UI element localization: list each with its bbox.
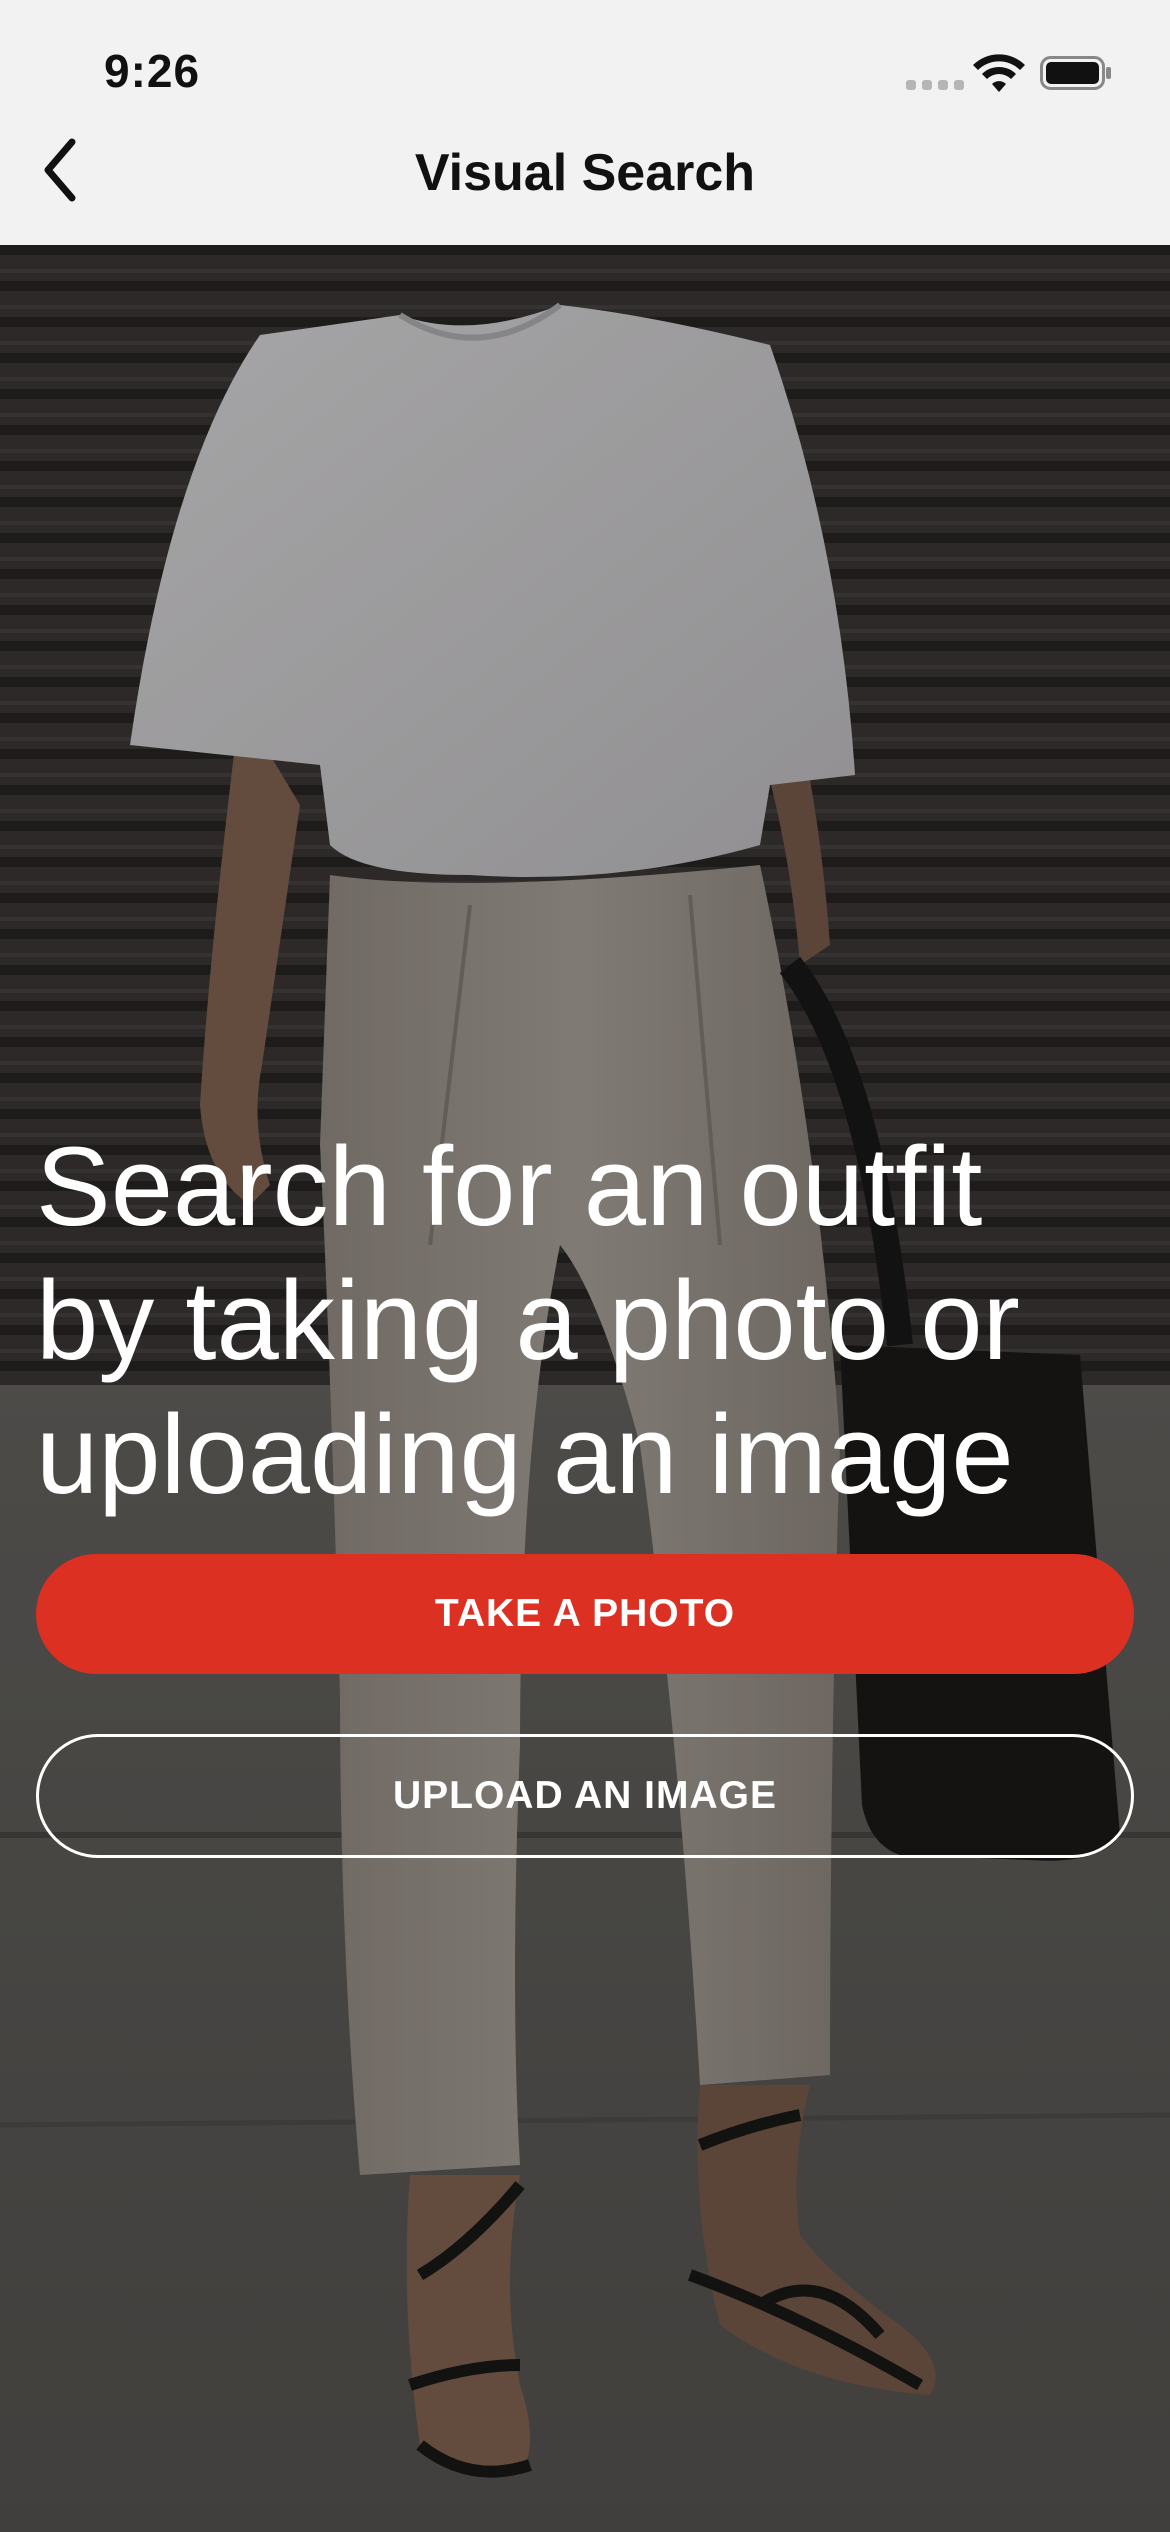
headline-line: by taking a photo or: [36, 1258, 1020, 1383]
take-photo-button[interactable]: TAKE A PHOTO: [36, 1554, 1134, 1674]
top-bar: 9:26 Visual Search: [0, 0, 1170, 245]
headline: Search for an outfit by taking a photo o…: [36, 1120, 1136, 1522]
headline-line: Search for an outfit: [36, 1124, 983, 1249]
wifi-icon: [973, 54, 1025, 92]
headline-line: uploading an image: [36, 1392, 1014, 1517]
take-photo-label: TAKE A PHOTO: [434, 1592, 736, 1635]
battery-icon: [1040, 56, 1111, 90]
upload-image-label: UPLOAD AN IMAGE: [392, 1774, 778, 1817]
visual-search-screen: 9:26 Visual Search Search for an outfit …: [0, 0, 1170, 2532]
upload-image-button[interactable]: UPLOAD AN IMAGE: [36, 1734, 1134, 1858]
page-title: Visual Search: [414, 144, 756, 202]
cellular-signal-icon: [906, 80, 964, 90]
status-time: 9:26: [104, 45, 201, 97]
